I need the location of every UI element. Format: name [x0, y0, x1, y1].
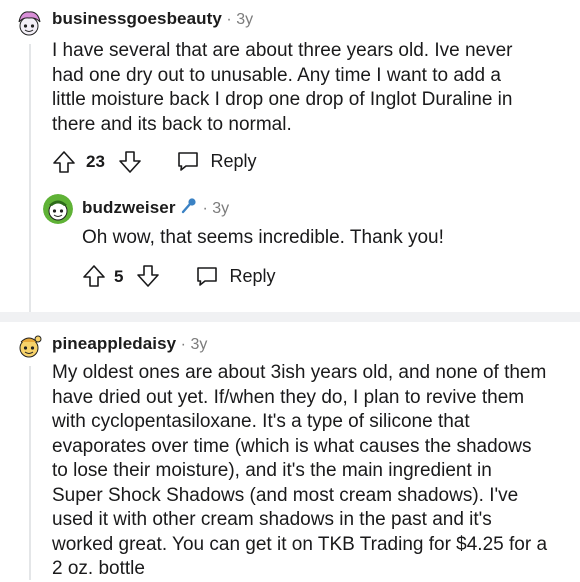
comment-line: have dried out yet. If/when they do, I p… — [52, 386, 525, 408]
comment-body: Oh wow, that seems incredible. Thank you… — [82, 226, 444, 251]
reply-label: Reply — [229, 265, 276, 286]
snoo-avatar-yellow-icon — [14, 330, 44, 360]
username[interactable]: budzweiser — [82, 198, 176, 217]
comment-line: 2 oz. bottle — [52, 558, 145, 579]
reply-button[interactable]: Reply — [195, 264, 275, 290]
upvote-arrow-icon — [53, 151, 75, 173]
dot-separator: · — [202, 200, 208, 217]
comment-line: worked great. You can get it on TKB Trad… — [52, 533, 548, 555]
comment-line: had one dry out to unusable. Any time I … — [52, 64, 501, 86]
thread-line[interactable] — [29, 44, 31, 312]
comment-line: with cyclopentasiloxane. It's a type of … — [52, 411, 470, 432]
comment-body: I have several that are about three year… — [52, 39, 513, 137]
comment-line: there and its back to normal. — [52, 113, 292, 135]
comment-line: Oh wow, that seems incredible. Thank you… — [82, 227, 444, 248]
username[interactable]: pineappledaisy — [52, 334, 176, 353]
avatar[interactable] — [14, 8, 44, 38]
dot-separator: · — [226, 11, 232, 28]
snoo-avatar-green-icon — [43, 194, 73, 224]
timestamp[interactable]: 3y — [190, 336, 207, 353]
vote-count: 23 — [86, 152, 105, 171]
upvote-button[interactable] — [82, 264, 106, 288]
timestamp[interactable]: 3y — [236, 11, 253, 28]
comment-line: I have several that are about three year… — [52, 40, 513, 61]
comment-line: used it with other cream shadows in the … — [52, 509, 492, 530]
downvote-button[interactable] — [136, 264, 160, 288]
reply-label: Reply — [210, 150, 257, 171]
upvote-button[interactable] — [52, 150, 76, 174]
comment-separator — [0, 312, 580, 322]
comment-line: My oldest ones are about 3ish years old,… — [52, 362, 547, 383]
downvote-arrow-icon — [119, 151, 141, 173]
microphone-icon — [181, 198, 196, 214]
comment-bubble-icon — [178, 152, 198, 171]
comment-line: little moisture back I drop one drop of … — [52, 89, 513, 110]
avatar[interactable] — [43, 194, 73, 224]
dot-separator: · — [180, 336, 186, 353]
comment-body: My oldest ones are about 3ish years old,… — [52, 361, 547, 582]
downvote-button[interactable] — [118, 150, 142, 174]
reply-button[interactable]: Reply — [176, 149, 256, 175]
comment-line: evaporates over time (which is what caus… — [52, 435, 532, 457]
upvote-arrow-icon — [83, 265, 105, 287]
avatar[interactable] — [14, 330, 44, 360]
comment-line: to lose their moisture), and it's the ma… — [52, 460, 492, 481]
vote-count: 5 — [114, 267, 124, 286]
thread-line[interactable] — [29, 366, 31, 580]
comment-bubble-icon — [197, 267, 217, 286]
snoo-avatar-pink-hair-icon — [14, 8, 44, 38]
downvote-arrow-icon — [137, 265, 159, 287]
username[interactable]: businessgoesbeauty — [52, 9, 222, 28]
timestamp[interactable]: 3y — [212, 200, 229, 217]
comment-line: Super Shock Shadows (and most cream shad… — [52, 484, 519, 506]
